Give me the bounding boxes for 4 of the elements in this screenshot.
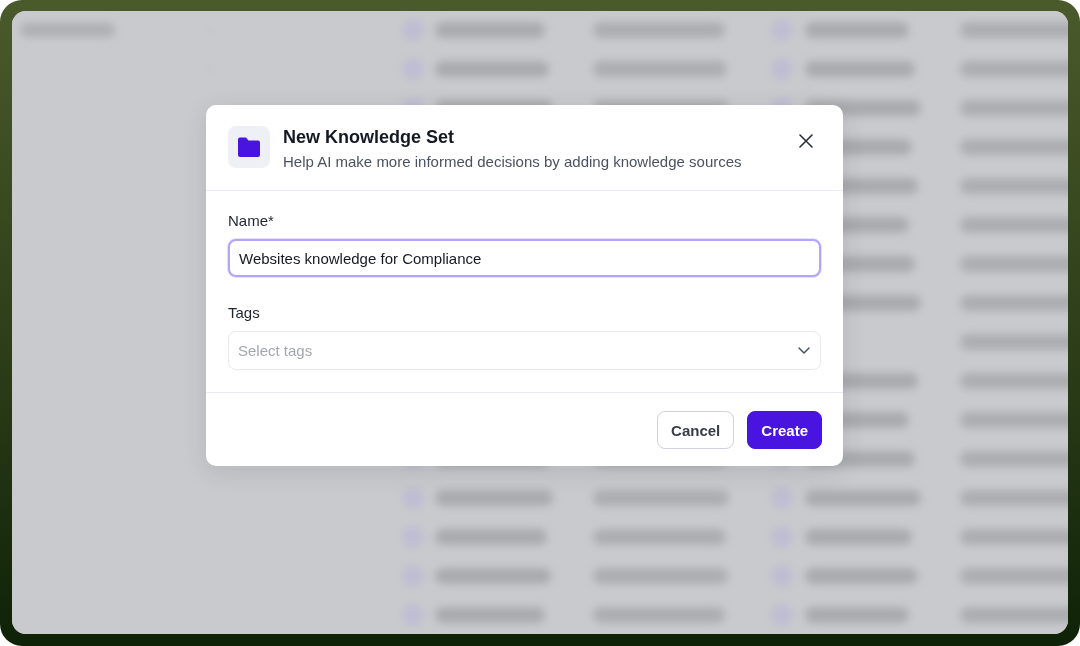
dialog-title: New Knowledge Set — [283, 126, 456, 148]
name-label: Name* — [228, 212, 275, 230]
dialog-subtitle: Help AI make more informed decisions by adding knowledge sources — [283, 152, 743, 172]
tags-label: Tags — [228, 304, 261, 322]
